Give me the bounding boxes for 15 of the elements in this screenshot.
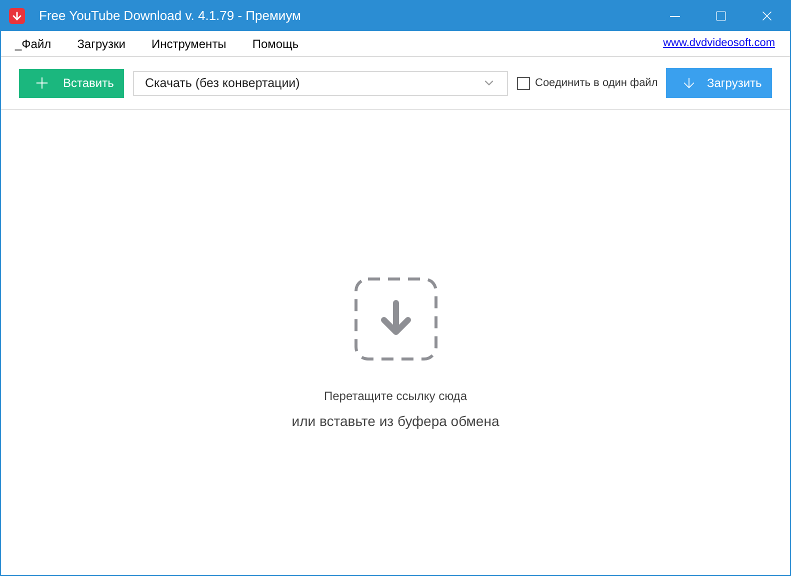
drop-hint: Перетащите ссылку сюда: [324, 388, 467, 405]
menu-item[interactable]: Помощь: [252, 34, 299, 52]
menu-item[interactable]: Загрузки: [77, 34, 126, 52]
drop-subhint: или вставьте из буфера обмена: [292, 412, 500, 431]
app-logo-icon: [9, 8, 25, 24]
maximize-icon: [715, 10, 727, 22]
menu-item[interactable]: _Файл: [15, 34, 52, 52]
window-title: Free YouTube Download v. 4.1.79 - Премиум: [39, 7, 301, 26]
join-label: Соединить в один файл: [535, 76, 658, 91]
menu-item[interactable]: Инструменты: [151, 34, 226, 52]
join-checkbox[interactable]: [517, 76, 530, 90]
arrow-down-icon: [681, 75, 697, 91]
download-drop-icon: [354, 277, 438, 361]
website-link[interactable]: www.dvdvideosoft.com: [663, 35, 775, 52]
format-select[interactable]: Скачать (без конвертации): [133, 70, 508, 96]
